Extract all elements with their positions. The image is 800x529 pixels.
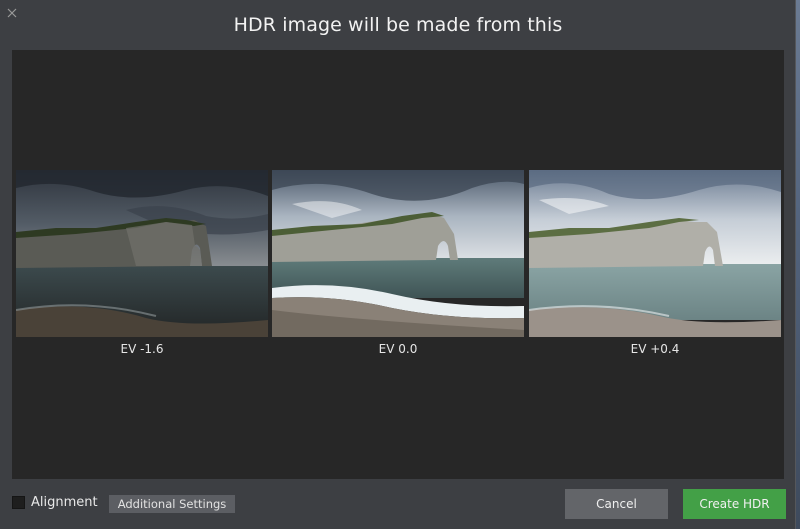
- cancel-button[interactable]: Cancel: [565, 489, 668, 519]
- exposure-thumbnail-bright[interactable]: [529, 170, 781, 337]
- exposure-thumbnail-normal[interactable]: [272, 170, 524, 337]
- dialog-title: HDR image will be made from this: [233, 14, 563, 36]
- exposure-label-bright: EV +0.4: [630, 342, 680, 356]
- background-window-edge: [796, 0, 800, 529]
- alignment-checkbox[interactable]: [12, 496, 25, 509]
- exposure-label-normal: EV 0.0: [378, 342, 418, 356]
- image-preview-area: EV -1.6 EV 0.0 EV +0.4: [12, 50, 784, 479]
- create-hdr-button[interactable]: Create HDR: [683, 489, 786, 519]
- exposure-label-dark: EV -1.6: [120, 342, 164, 356]
- alignment-label[interactable]: Alignment: [31, 495, 98, 510]
- hdr-dialog: HDR image will be made from this EV -1.6…: [0, 0, 796, 529]
- additional-settings-button[interactable]: Additional Settings: [109, 495, 235, 513]
- exposure-thumbnail-dark[interactable]: [16, 170, 268, 337]
